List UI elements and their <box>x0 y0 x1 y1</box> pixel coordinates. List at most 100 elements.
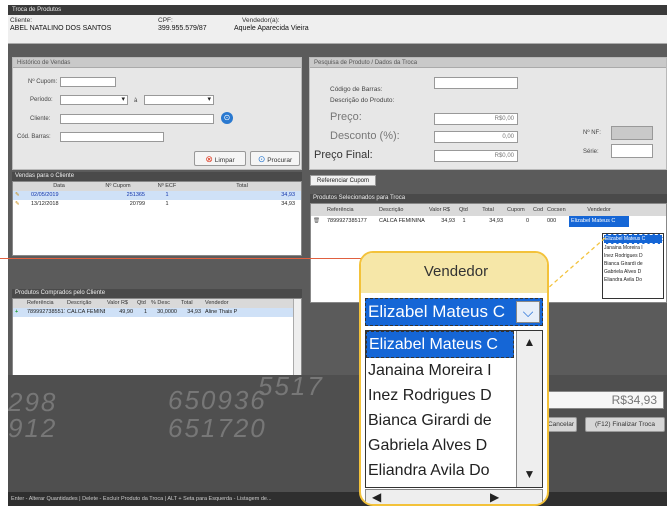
codigo-input[interactable] <box>434 77 518 89</box>
client-info-bar: Cliente: ABEL NATALINO DOS SANTOS CPF: 3… <box>8 15 667 44</box>
cliente-search-label: Cliente: <box>30 116 51 122</box>
desconto-field[interactable]: 0,00 <box>434 131 518 143</box>
dropdown-option[interactable]: Gabriela Alves D <box>603 268 663 276</box>
cell-data: 02/05/2019 <box>31 192 59 198</box>
col-header: Referência <box>27 300 54 306</box>
dropdown-arrow-icon: ▾ <box>207 96 211 103</box>
nf-input[interactable] <box>611 126 653 140</box>
add-icon[interactable]: + <box>13 308 25 317</box>
table-header: Referência Descrição Valor R$ Qtd Total … <box>311 204 666 216</box>
preco-final-label: Preço Final: <box>314 149 373 161</box>
dropdown-option[interactable]: Janaina Moreira I <box>366 358 514 383</box>
table-row[interactable]: 🗑 7899927385177 CALCA FEMININA 34,93 1 3… <box>311 216 666 227</box>
cancelar-button[interactable]: Cancelar <box>545 417 577 432</box>
col-header: Total <box>181 300 193 306</box>
col-header: Vendedor <box>205 300 229 306</box>
background-digit: 5517 <box>258 375 324 401</box>
edit-icon: ✎ <box>15 201 20 207</box>
table-header: Referência Descrição Valor R$ Qtd % Desc… <box>13 299 301 308</box>
col-header: Valor R$ <box>107 300 128 306</box>
cell-descricao: CALCA FEMINB <box>67 309 105 315</box>
table-row[interactable]: ✎ 13/12/2018 20799 1 34,93 <box>13 200 301 209</box>
vendedor-label: Vendedor(a): <box>242 17 280 24</box>
col-header: Descrição <box>67 300 92 306</box>
dropdown-scrollbar[interactable]: ▲ ▼ <box>516 331 542 487</box>
cell-total: 34,93 <box>187 309 201 315</box>
header-spacer <box>311 204 325 216</box>
historico-title: Histórico de Vendas <box>13 58 301 68</box>
preco-label: Preço: <box>330 111 362 123</box>
cell-vendedor[interactable]: Elizabel Mateus C <box>569 216 629 227</box>
col-header: Cupom <box>507 207 525 213</box>
vendedor-header: Vendedor <box>361 253 547 293</box>
vendedor-value: Aquele Aparecida Vieira <box>234 25 309 32</box>
dropdown-option[interactable]: Janaina Moreira I <box>603 244 663 252</box>
vendedor-dropdown-list[interactable]: Elizabel Mateus C Janaina Moreira I Inez… <box>365 330 543 488</box>
cell-desc: 30,0000 <box>157 309 177 315</box>
cell-qtd: 1 <box>143 309 147 315</box>
limpar-label: Limpar <box>214 157 235 164</box>
trash-icon[interactable]: 🗑 <box>311 216 325 227</box>
cliente-label: Cliente: <box>10 17 33 24</box>
scroll-right-icon[interactable]: ▶ <box>490 490 499 504</box>
serie-label: Série: <box>583 149 599 155</box>
background-digit: 912 <box>8 413 58 443</box>
cell-descricao: CALCA FEMININA <box>379 218 425 224</box>
vendas-cliente-grid: Data Nº Cupom Nº ECF Total ✎ 02/05/2019 … <box>12 181 302 256</box>
cell-cod <box>531 216 545 227</box>
periodo-inicio-select[interactable]: ▾ <box>60 95 128 105</box>
referenciar-cupom-button[interactable]: Referenciar Cupom <box>310 175 376 186</box>
periodo-fim-select[interactable]: ▾ <box>144 95 214 105</box>
total-field: R$34,93 <box>548 391 664 409</box>
col-header: Descrição <box>379 207 404 213</box>
cell-valor: 34,93 <box>441 218 455 224</box>
dropdown-option[interactable]: Gabriela Alves D <box>366 433 514 458</box>
table-row[interactable]: ✎ 02/05/2019 251365 1 34,93 <box>13 191 301 200</box>
status-bar: Enter - Alterar Quantidades | Delete - E… <box>8 492 667 506</box>
horizontal-scrollbar[interactable]: ◀ ▶ <box>365 489 543 504</box>
serie-input[interactable] <box>611 144 653 158</box>
dropdown-option[interactable]: Eliandra Avila Do <box>603 276 663 284</box>
col-header: Data <box>53 183 65 189</box>
clear-icon: ⊗ <box>205 154 213 164</box>
cell-cupom: 251365 <box>126 192 145 198</box>
col-header: Qtd <box>137 300 146 306</box>
table-header: Data Nº Cupom Nº ECF Total <box>13 182 301 191</box>
scroll-left-icon[interactable]: ◀ <box>372 490 381 504</box>
cell-total: 34,93 <box>281 192 295 198</box>
scroll-down-icon[interactable]: ▼ <box>517 463 542 487</box>
cupom-input[interactable] <box>60 77 116 87</box>
dropdown-option-selected[interactable]: Elizabel Mateus C <box>366 331 514 358</box>
vendedor-dropdown-small[interactable]: Elizabel Mateus C Janaina Moreira I Inez… <box>602 233 664 299</box>
col-header: Nº ECF <box>157 183 177 189</box>
cliente-search-input[interactable] <box>60 114 214 124</box>
limpar-button[interactable]: ⊗ Limpar <box>194 151 246 166</box>
scroll-up-icon[interactable]: ▲ <box>517 331 542 355</box>
chevron-down-icon[interactable]: ⌵ <box>516 301 540 323</box>
comprados-title: Produtos Comprados pelo Cliente <box>12 289 302 298</box>
dropdown-option[interactable]: Bianca Girardi de <box>603 260 663 268</box>
vendedor-select[interactable]: Elizabel Mateus C ⌵ <box>365 298 543 326</box>
dropdown-option[interactable]: Inez Rodrigues D <box>603 252 663 260</box>
col-header: Nº Cupom <box>105 183 131 189</box>
dropdown-option[interactable]: Eliandra Avila Do <box>366 458 514 483</box>
barras-input[interactable] <box>60 132 164 142</box>
cupom-label: Nº Cupom: <box>28 79 58 85</box>
cpf-value: 399.955.579/87 <box>158 25 207 32</box>
dropdown-option-selected[interactable]: Elizabel Mateus C <box>603 234 663 244</box>
dropdown-option[interactable]: Bianca Girardi de <box>366 408 514 433</box>
descricao-label: Descrição do Produto: <box>330 97 395 104</box>
cell-qtd[interactable]: 1 <box>457 216 471 227</box>
col-header: Cod <box>533 207 544 213</box>
dropdown-option[interactable]: Inez Rodrigues D <box>366 383 514 408</box>
col-header: Cocsen <box>547 207 566 213</box>
cell-referencia: 7899927385177 <box>327 218 367 224</box>
cliente-search-icon[interactable]: ⊙ <box>221 112 233 124</box>
procurar-button[interactable]: ⊙ Procurar <box>250 151 300 166</box>
table-row[interactable]: + 7899927385517 CALCA FEMINB 49,90 1 30,… <box>13 308 301 317</box>
cell-total: 34,93 <box>281 201 295 207</box>
preco-field: R$0,00 <box>434 113 518 125</box>
codigo-label: Código de Barras: <box>330 86 383 93</box>
finalizar-troca-button[interactable]: (F12) Finalizar Troca <box>585 417 665 432</box>
periodo-separator: à <box>134 98 138 104</box>
